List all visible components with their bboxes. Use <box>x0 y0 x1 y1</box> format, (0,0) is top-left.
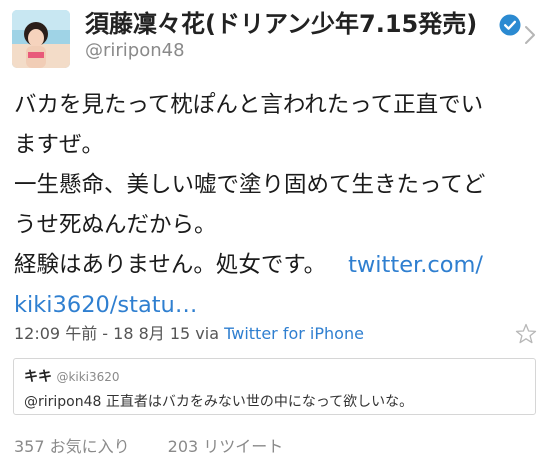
verified-badge-icon <box>499 14 521 36</box>
tweet-text: バカを見たって枕ぽんと言われたって正直でい ますぜ。 一生懸命、美しい嘘で塗り固… <box>14 85 534 325</box>
quoted-tweet[interactable]: キキ @kiki3620 @riripon48 正直者はバカをみない世の中になっ… <box>13 358 536 415</box>
tweet-line: 一生懸命、美しい嘘で塗り固めて生きたってど <box>14 172 486 198</box>
avatar[interactable] <box>12 10 70 68</box>
via-app-link[interactable]: Twitter for iPhone <box>224 324 364 343</box>
quoted-display-name: キキ <box>24 369 52 385</box>
tweet-line: ますぜ。 <box>14 132 105 158</box>
timestamp: 12:09 午前 - 18 8月 15 via <box>14 324 220 343</box>
retweets-count[interactable]: 203 リツイート <box>168 437 284 456</box>
favorites-count[interactable]: 357 お気に入り <box>14 437 130 456</box>
display-name[interactable]: 須藤凜々花(ドリアン少年7.15発売) <box>85 8 477 40</box>
tweet-meta: 12:09 午前 - 18 8月 15 via Twitter for iPho… <box>14 320 364 344</box>
avatar-photo <box>12 10 70 68</box>
favorite-star-icon[interactable] <box>514 322 538 346</box>
tweet-link[interactable]: twitter.com/ <box>348 252 483 278</box>
quoted-tweet-header: キキ @kiki3620 <box>24 366 120 386</box>
quoted-handle: @kiki3620 <box>56 370 120 384</box>
quoted-text: @riripon48 正直者はバカをみない世の中になって欲しいな。 <box>24 394 414 410</box>
tweet-stats: 357 お気に入り 203 リツイート <box>14 433 283 457</box>
user-handle[interactable]: @riripon48 <box>85 40 185 61</box>
tweet-link-continued[interactable]: kiki3620/statu… <box>14 285 534 325</box>
tweet-header: 須藤凜々花(ドリアン少年7.15発売) @riripon48 <box>0 0 550 82</box>
tweet-line-with-link: 経験はありません。処女です。 twitter.com/ <box>14 245 534 285</box>
chevron-right-icon[interactable] <box>524 25 536 45</box>
tweet-line: バカを見たって枕ぽんと言われたって正直でい <box>14 92 484 118</box>
tweet-line: 経験はありません。処女です。 <box>14 252 327 278</box>
tweet-line: うせ死ぬんだから。 <box>14 212 217 238</box>
